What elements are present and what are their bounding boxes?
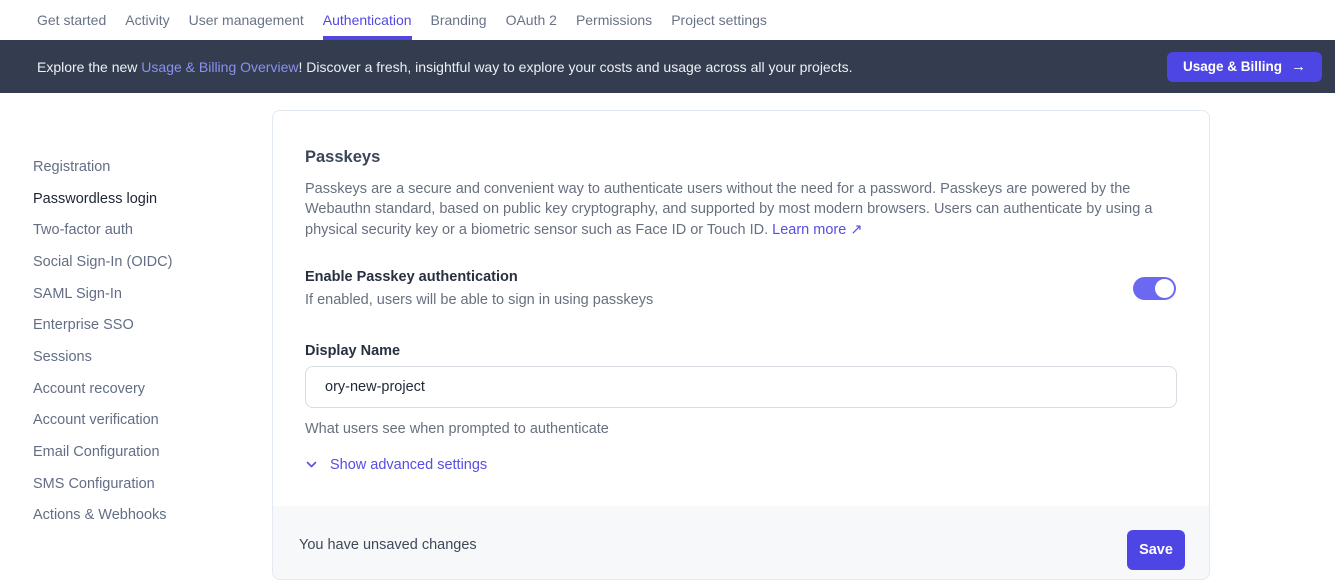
- sidebar-item-enterprise-sso[interactable]: Enterprise SSO: [0, 309, 272, 341]
- enable-passkey-label: Enable Passkey authentication: [305, 268, 653, 286]
- display-name-section: Display Name What users see when prompte…: [305, 343, 1177, 438]
- usage-billing-overview-link[interactable]: Usage & Billing Overview: [141, 59, 298, 75]
- sidebar-item-sessions[interactable]: Sessions: [0, 341, 272, 373]
- passkey-toggle[interactable]: [1133, 277, 1176, 300]
- nav-tab-permissions[interactable]: Permissions: [576, 0, 652, 40]
- arrow-right-icon: →: [1291, 59, 1306, 74]
- sidebar-item-account-verification[interactable]: Account verification: [0, 405, 272, 437]
- sidebar-item-registration[interactable]: Registration: [0, 151, 272, 183]
- nav-tab-authentication[interactable]: Authentication: [323, 0, 412, 40]
- display-name-input[interactable]: [305, 366, 1177, 408]
- nav-tab-get-started[interactable]: Get started: [37, 0, 106, 40]
- banner-text-before: Explore the new: [37, 59, 141, 75]
- enable-passkey-row: Enable Passkey authentication If enabled…: [305, 268, 1177, 310]
- sidebar-item-two-factor-auth[interactable]: Two-factor auth: [0, 214, 272, 246]
- nav-tab-branding[interactable]: Branding: [431, 0, 487, 40]
- banner-message: Explore the new Usage & Billing Overview…: [37, 59, 1167, 75]
- toggle-knob: [1155, 279, 1174, 298]
- arrow-up-right-icon: ↗: [850, 222, 862, 238]
- sidebar-item-sms-configuration[interactable]: SMS Configuration: [0, 468, 272, 500]
- nav-tab-user-management[interactable]: User management: [189, 0, 304, 40]
- learn-more-link[interactable]: Learn more ↗: [772, 222, 862, 238]
- enable-passkey-labels: Enable Passkey authentication If enabled…: [305, 268, 653, 310]
- sidebar-item-saml-sign-in[interactable]: SAML Sign-In: [0, 278, 272, 310]
- sidebar-item-social-sign-in[interactable]: Social Sign-In (OIDC): [0, 246, 272, 278]
- chevron-down-icon: [305, 458, 318, 471]
- sidebar-item-passwordless-login[interactable]: Passwordless login: [0, 183, 272, 215]
- settings-sidebar: Registration Passwordless login Two-fact…: [0, 151, 272, 531]
- nav-tab-activity[interactable]: Activity: [125, 0, 169, 40]
- unsaved-changes-bar: You have unsaved changes Save: [273, 506, 1209, 579]
- save-button[interactable]: Save: [1127, 530, 1185, 570]
- nav-tab-project-settings[interactable]: Project settings: [671, 0, 767, 40]
- enable-passkey-sublabel: If enabled, users will be able to sign i…: [305, 291, 653, 310]
- display-name-helper: What users see when prompted to authenti…: [305, 421, 1177, 438]
- show-advanced-settings-link[interactable]: Show advanced settings: [305, 455, 487, 475]
- usage-billing-banner: Explore the new Usage & Billing Overview…: [0, 40, 1335, 93]
- passkeys-settings-card: Passkeys Passkeys are a secure and conve…: [272, 110, 1210, 580]
- display-name-label: Display Name: [305, 343, 1177, 360]
- usage-billing-button[interactable]: Usage & Billing →: [1167, 52, 1322, 82]
- banner-text-after: ! Discover a fresh, insightful way to ex…: [298, 59, 852, 75]
- sidebar-item-email-configuration[interactable]: Email Configuration: [0, 436, 272, 468]
- usage-billing-button-label: Usage & Billing: [1183, 59, 1282, 74]
- sidebar-item-account-recovery[interactable]: Account recovery: [0, 373, 272, 405]
- passkeys-description: Passkeys are a secure and convenient way…: [305, 179, 1177, 240]
- unsaved-changes-text: You have unsaved changes: [299, 537, 477, 553]
- top-navigation: Get started Activity User management Aut…: [0, 0, 1335, 40]
- page-title: Passkeys: [305, 146, 1177, 168]
- description-text: Passkeys are a secure and convenient way…: [305, 181, 1152, 238]
- sidebar-item-actions-webhooks[interactable]: Actions & Webhooks: [0, 500, 272, 532]
- show-advanced-settings-label: Show advanced settings: [330, 455, 487, 475]
- nav-tab-oauth2[interactable]: OAuth 2: [506, 0, 557, 40]
